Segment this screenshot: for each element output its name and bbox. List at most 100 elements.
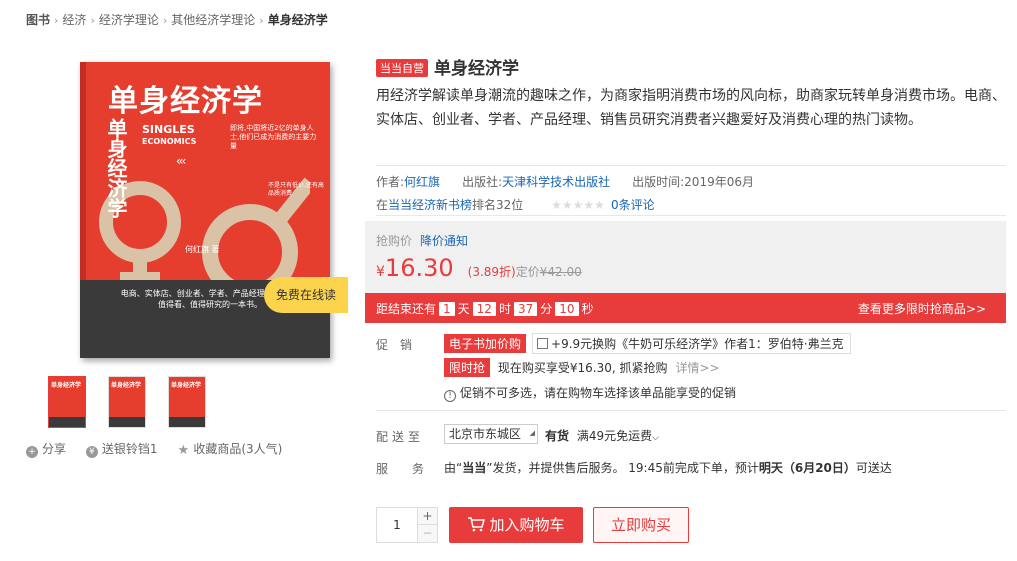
cover-title: 单身经济学 [108, 84, 263, 119]
divider [376, 165, 1006, 166]
chevron-right-icon: › [54, 14, 59, 27]
service-label: 服务 [376, 462, 449, 476]
ebook-addon-text: +9.9元换购《牛奶可乐经济学》作者1：罗伯特·弗兰克 [551, 337, 844, 351]
author-label: 作者: [376, 175, 405, 189]
gift-bell-button[interactable]: ¥ 送银铃铛1 [85, 440, 157, 458]
countdown: 距结束还有 1 天 12 时 37 分 10 秒 [376, 300, 594, 317]
delivery-eta: 明天（6月20日） [758, 461, 856, 475]
book-cover-image[interactable]: 单身经济学 单身经济学 SINGLES ECONOMICS ‹‹‹ 即将,中国将… [80, 62, 330, 358]
seconds-unit: 秒 [581, 302, 594, 316]
service-seller: 当当 [462, 461, 487, 475]
countdown-days: 1 [439, 302, 455, 316]
thumbnail-band [109, 417, 145, 427]
quantity-input[interactable]: 1 [377, 508, 417, 542]
currency-symbol: ¥ [376, 264, 385, 280]
stock-row: 有货 满49元免运费⌵ [545, 427, 659, 444]
divider [376, 215, 1006, 216]
breadcrumb-econ-theory[interactable]: 经济学理论 [99, 13, 159, 27]
breadcrumb-current: 单身经济学 [267, 13, 328, 27]
publisher-link[interactable]: 天津科学技术出版社 [502, 175, 610, 189]
promo-note: ! 促销不可多选，请在购物车选择该单品能享受的促销 [444, 384, 736, 402]
original-price: ¥42.00 [539, 265, 582, 279]
flash-promo-text: 现在购买享受¥16.30, 抓紧抢购 [497, 361, 668, 375]
product-title: 单身经济学 [434, 59, 519, 79]
chevron-down-icon[interactable]: ⌵ [652, 433, 659, 443]
rank-list-link[interactable]: 当当经济新书榜 [388, 198, 472, 212]
thumbnail-label: 单身经济学 [51, 382, 82, 389]
add-to-cart-button[interactable]: 加入购物车 [449, 507, 583, 543]
ebook-addon-option[interactable]: +9.9元换购《牛奶可乐经济学》作者1：罗伯特·弗兰克 [532, 333, 851, 354]
sale-price: 16.30 [384, 254, 454, 282]
breadcrumb: 图书 › 经济 › 经济学理论 › 其他经济学理论 › 单身经济学 [26, 11, 328, 28]
publisher-label: 出版社: [462, 175, 503, 189]
product-image-area[interactable]: 单身经济学 单身经济学 SINGLES ECONOMICS ‹‹‹ 即将,中国将… [76, 56, 348, 366]
thumbnail-1[interactable]: 单身经济学 [48, 376, 86, 428]
info-icon: ! [444, 390, 456, 402]
price-box: 抢购价 降价通知 ¥16.30 (3.89折)定价¥42.00 [365, 221, 1006, 293]
price-main: ¥16.30 (3.89折)定价¥42.00 [376, 254, 582, 282]
quantity-plus-button[interactable]: + [417, 508, 437, 525]
breadcrumb-other-theory[interactable]: 其他经济学理论 [171, 13, 255, 27]
chevron-right-icon: › [259, 14, 264, 27]
star-icon: ★ [177, 443, 190, 458]
dropdown-corner-icon: ◢ [529, 429, 535, 437]
quantity-stepper: 1 + − [376, 507, 438, 543]
days-unit: 天 [457, 302, 470, 316]
flash-sale-bar: 距结束还有 1 天 12 时 37 分 10 秒 查看更多限时抢商品>> [365, 293, 1006, 323]
cover-english-line1: SINGLES [142, 123, 195, 136]
gift-icon: ¥ [85, 446, 98, 458]
rank-suffix: 排名32位 [472, 198, 524, 212]
cover-english-line2: ECONOMICS [142, 137, 197, 146]
free-read-button[interactable]: 免费在线读 [264, 277, 348, 313]
self-operated-badge: 当当自营 [376, 59, 428, 77]
service-text: 由“当当”发货，并提供售后服务。 19:45前完成下单，预计明天（6月20日）可… [444, 459, 892, 476]
thumbnail-band [169, 417, 205, 427]
flash-tag: 限时抢 [444, 358, 491, 377]
promo-detail-link[interactable]: 详情>> [675, 361, 719, 375]
rating-stars-icon: ★★★★★ [551, 198, 605, 212]
minutes-unit: 分 [540, 302, 553, 316]
quantity-minus-button[interactable]: − [417, 525, 437, 542]
chevron-right-icon: › [162, 14, 168, 27]
countdown-hours: 12 [472, 302, 496, 316]
more-flash-sales-link[interactable]: 查看更多限时抢商品>> [858, 300, 986, 317]
author-link[interactable]: 何红旗 [404, 175, 440, 189]
service-text-2: ”发货，并提供售后服务。 19:45前完成下单，预计 [486, 461, 759, 475]
flash-promo: 限时抢 现在购买享受¥16.30, 抓紧抢购 详情>> [444, 358, 720, 377]
stock-status: 有货 [545, 429, 570, 443]
rank-prefix: 在 [376, 198, 389, 212]
pubdate-label: 出版时间: [632, 175, 685, 189]
comments-link[interactable]: 0条评论 [611, 198, 655, 212]
chevron-right-icon: › [90, 14, 95, 27]
original-price-label: 定价 [515, 265, 540, 279]
cover-arrows: ‹‹‹ [176, 154, 187, 168]
thumbnail-label: 单身经济学 [111, 382, 142, 389]
share-row: + 分享 ¥ 送银铃铛1 ★ 收藏商品(3人气) [26, 440, 298, 458]
free-shipping-text[interactable]: 满49元免运费 [577, 429, 652, 443]
ebook-addon-checkbox[interactable] [537, 338, 549, 349]
delivery-address-select[interactable]: 北京市东城区 ◢ [444, 424, 538, 444]
ebook-addon-promo: 电子书加价购 +9.9元换购《牛奶可乐经济学》作者1：罗伯特·弗兰克 [444, 333, 851, 354]
cover-blurb-2: 不是只有低价,还有高品质消费 [268, 182, 324, 197]
discount: (3.89折) [467, 265, 516, 279]
favorite-label: 收藏商品(3人气) [193, 442, 283, 456]
cover-english-title: SINGLES ECONOMICS [142, 124, 196, 148]
product-meta-row: 作者:何红旗 出版社:天津科学技术出版社 出版时间:2019年06月 [376, 173, 754, 190]
service-text-1: 由“ [444, 461, 463, 475]
hours-unit: 时 [498, 302, 511, 316]
thumbnail-2[interactable]: 单身经济学 [108, 376, 146, 428]
thumbnail-3[interactable]: 单身经济学 [168, 376, 206, 428]
price-label-row: 抢购价 降价通知 [376, 232, 468, 249]
breadcrumb-books[interactable]: 图书 [26, 13, 50, 27]
rank-rating-row: 在当当经济新书榜排名32位 ★★★★★ 0条评论 [376, 196, 655, 213]
promo-note-text: 促销不可多选，请在购物车选择该单品能享受的促销 [460, 386, 737, 400]
thumbnail-label: 单身经济学 [171, 382, 202, 389]
price-drop-notice-link[interactable]: 降价通知 [420, 234, 468, 248]
buy-now-button[interactable]: 立即购买 [593, 507, 689, 543]
share-button[interactable]: + 分享 [26, 440, 66, 458]
breadcrumb-economy[interactable]: 经济 [62, 13, 86, 27]
favorite-button[interactable]: ★ 收藏商品(3人气) [177, 440, 282, 457]
cover-blurb: 即将,中国将近2亿的单身人士,他们已成为消费的主要力量 [230, 124, 317, 150]
share-label: 分享 [42, 442, 67, 456]
countdown-minutes: 37 [513, 302, 538, 316]
